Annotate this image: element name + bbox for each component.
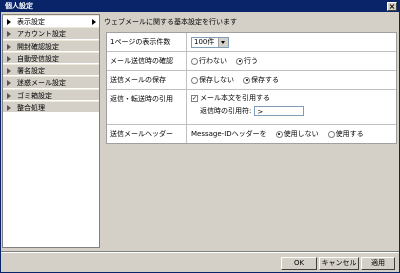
sidebar-item-label: ゴミ箱設定 [17,91,52,100]
row-quote: 返信・転送時の引用 ✓ メール本文を引用する 返信時の引用符: > [107,90,396,125]
quote-char-input[interactable]: > [254,106,305,116]
sidebar-item-read-receipt[interactable]: 開封確認設定 [3,39,99,52]
settings-form: 1ページの表示件数 100件 メール送信時の確認 行わない 行う 送信メールの保… [106,32,397,144]
sidebar-item-auto-receive[interactable]: 自動受信設定 [3,51,99,65]
save-sent-label: 送信メールの保存 [107,71,187,89]
checkbox-checked-icon[interactable]: ✓ [191,94,198,102]
sidebar-item-label: 迷惑メール設定 [17,79,66,88]
per-page-label: 1ページの表示件数 [107,33,187,51]
radio-label: 保存しない [199,76,234,84]
cancel-button[interactable]: キャンセル [319,257,359,270]
sidebar-item-label: 署名設定 [17,67,45,76]
triangle-icon [7,105,11,112]
save-sent-off-radio[interactable]: 保存しない [191,75,234,85]
footer-divider [1,251,399,253]
sidebar-item-signature[interactable]: 署名設定 [3,64,99,77]
radio-icon[interactable] [191,76,198,84]
triangle-icon [7,55,11,62]
triangle-icon [7,92,11,99]
sidebar-item-label: アカウント設定 [17,30,66,39]
radio-label: 行う [244,57,258,65]
radio-selected-icon[interactable] [275,130,283,138]
radio-label: 使用する [335,130,364,138]
row-save-sent: 送信メールの保存 保存しない 保存する [107,71,396,90]
send-confirm-label: メール送信時の確認 [107,52,187,70]
sidebar-item-trash[interactable]: ゴミ箱設定 [3,88,99,102]
quote-label: 返信・転送時の引用 [107,90,187,124]
sidebar-item-label: 自動受信設定 [17,54,59,63]
sidebar-item-label: 開封確認設定 [17,42,59,51]
message-id-desc: Message-IDヘッダーを [191,130,267,138]
triangle-icon [7,19,11,25]
sidebar-item-consistency[interactable]: 整合処理 [3,101,99,114]
triangle-icon [7,31,11,38]
quote-body-checkbox[interactable]: ✓ メール本文を引用する [191,93,270,103]
mail-header-label: 送信メールヘッダー [107,125,187,143]
title-bar: 個人設定 × [1,1,399,12]
radio-label: 保存する [251,76,279,84]
triangle-icon [7,80,11,87]
per-page-select[interactable]: 100件 [191,36,230,48]
sidebar-item-spam[interactable]: 迷惑メール設定 [3,76,99,89]
chevron-down-icon[interactable] [218,37,229,47]
per-page-value: 100件 [194,38,215,46]
settings-window: 個人設定 × 表示設定 アカウント設定 開封確認設定 自動受信設定 署名設定 迷… [0,0,400,273]
save-sent-on-radio[interactable]: 保存する [243,75,279,85]
checkbox-label: メール本文を引用する [200,94,270,102]
radio-icon[interactable] [191,57,198,65]
main-panel: ウェブメールに関する基本設定を行います 1ページの表示件数 100件 メール送信… [102,14,397,246]
sidebar-item-label: 整合処理 [17,104,45,113]
radio-label: 使用しない [283,130,319,138]
close-button[interactable]: × [387,2,397,11]
triangle-icon [7,43,11,50]
message-id-off-radio[interactable]: 使用しない [275,129,319,139]
apply-button[interactable]: 適用 [361,257,395,270]
row-mail-header: 送信メールヘッダー Message-IDヘッダーを 使用しない 使用する [107,125,396,143]
send-confirm-on-radio[interactable]: 行う [236,56,258,66]
sidebar-item-display[interactable]: 表示設定 [3,15,99,28]
radio-selected-icon[interactable] [243,76,250,84]
quote-char-label: 返信時の引用符: [200,107,252,115]
sidebar-item-account[interactable]: アカウント設定 [3,27,99,40]
sidebar-item-label: 表示設定 [17,18,45,26]
send-confirm-off-radio[interactable]: 行わない [191,56,227,66]
radio-label: 行わない [199,57,227,65]
sidebar: 表示設定 アカウント設定 開封確認設定 自動受信設定 署名設定 迷惑メール設定 … [2,14,100,248]
row-send-confirm: メール送信時の確認 行わない 行う [107,52,396,71]
ok-button[interactable]: OK [281,257,317,270]
page-heading: ウェブメールに関する基本設定を行います [104,18,237,26]
radio-icon[interactable] [327,130,335,138]
window-title: 個人設定 [5,2,33,10]
message-id-on-radio[interactable]: 使用する [327,129,364,139]
row-per-page: 1ページの表示件数 100件 [107,33,396,52]
selected-arrow-icon [92,19,96,25]
radio-selected-icon[interactable] [236,57,243,65]
triangle-icon [7,68,11,75]
